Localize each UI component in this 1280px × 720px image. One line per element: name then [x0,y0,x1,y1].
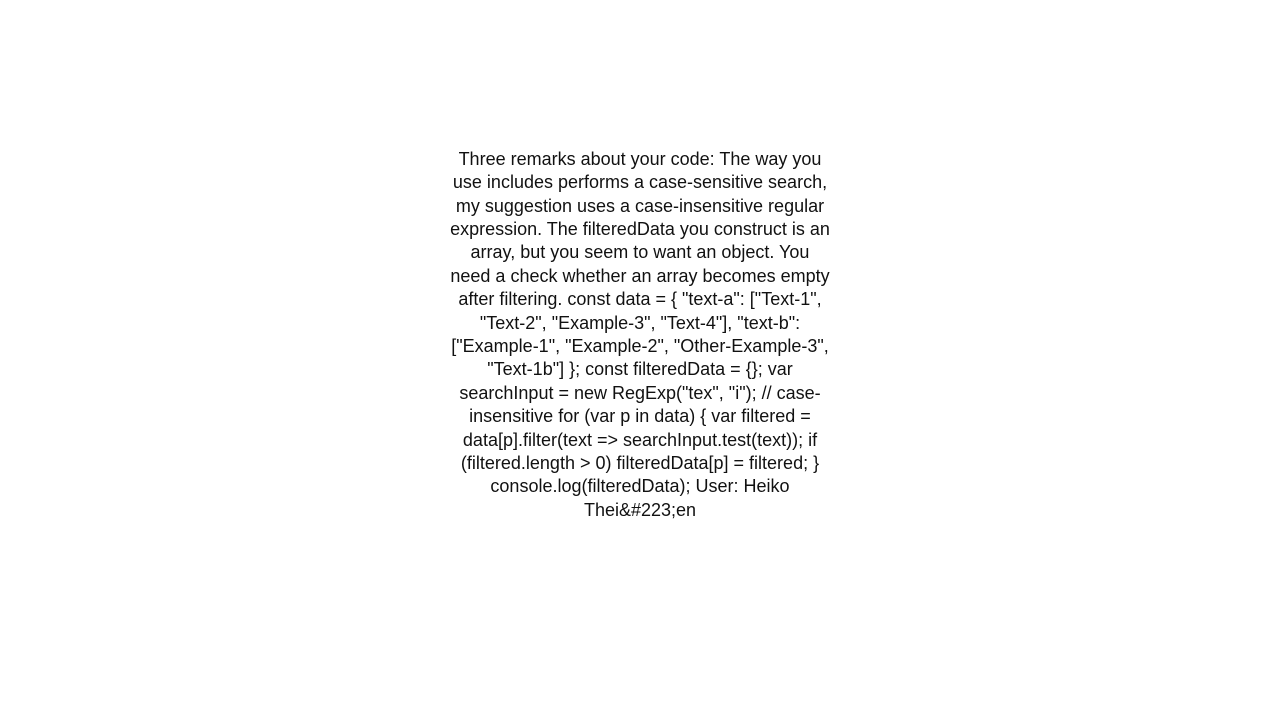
post-body-text: Three remarks about your code: The way y… [450,148,830,522]
